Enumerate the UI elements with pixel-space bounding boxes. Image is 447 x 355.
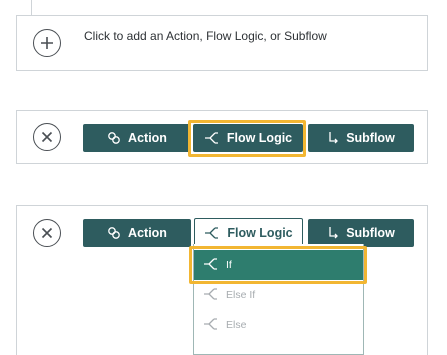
branch-icon	[203, 317, 219, 334]
flow-logic-label: Flow Logic	[227, 226, 293, 240]
subflow-label: Subflow	[346, 131, 395, 145]
action-label: Action	[128, 131, 167, 145]
add-step-prompt[interactable]: Click to add an Action, Flow Logic, or S…	[84, 29, 327, 43]
connector-line	[31, 0, 32, 15]
subflow-button[interactable]: Subflow	[308, 219, 414, 247]
action-label: Action	[128, 226, 167, 240]
flow-logic-icon	[204, 226, 220, 240]
close-circle-icon[interactable]	[33, 123, 61, 151]
menu-item-else[interactable]: Else	[194, 310, 363, 340]
close-circle-icon[interactable]	[33, 219, 61, 247]
action-icon	[107, 131, 121, 145]
menu-item-label: Else	[226, 319, 247, 331]
action-button[interactable]: Action	[83, 124, 191, 152]
subflow-button[interactable]: Subflow	[308, 124, 414, 152]
plus-circle-icon[interactable]	[33, 29, 61, 57]
step-type-chooser: Action Flow Logic Subflow	[16, 110, 428, 164]
action-button[interactable]: Action	[83, 219, 191, 247]
menu-item-label: Else If	[226, 289, 256, 301]
subflow-icon	[327, 131, 339, 145]
branch-icon	[203, 287, 219, 304]
add-step-panel[interactable]: Click to add an Action, Flow Logic, or S…	[16, 15, 428, 71]
menu-item-label: If	[226, 259, 232, 271]
action-icon	[107, 226, 121, 240]
flow-logic-label: Flow Logic	[226, 131, 293, 145]
menu-item-if[interactable]: If	[194, 250, 363, 280]
flow-logic-dropdown: If Else If Else	[193, 244, 364, 355]
flow-logic-icon	[204, 131, 220, 145]
subflow-label: Subflow	[346, 226, 395, 240]
branch-icon	[203, 257, 219, 274]
flow-logic-button[interactable]: Flow Logic	[193, 124, 303, 152]
menu-item-else-if[interactable]: Else If	[194, 280, 363, 310]
subflow-icon	[327, 226, 339, 240]
